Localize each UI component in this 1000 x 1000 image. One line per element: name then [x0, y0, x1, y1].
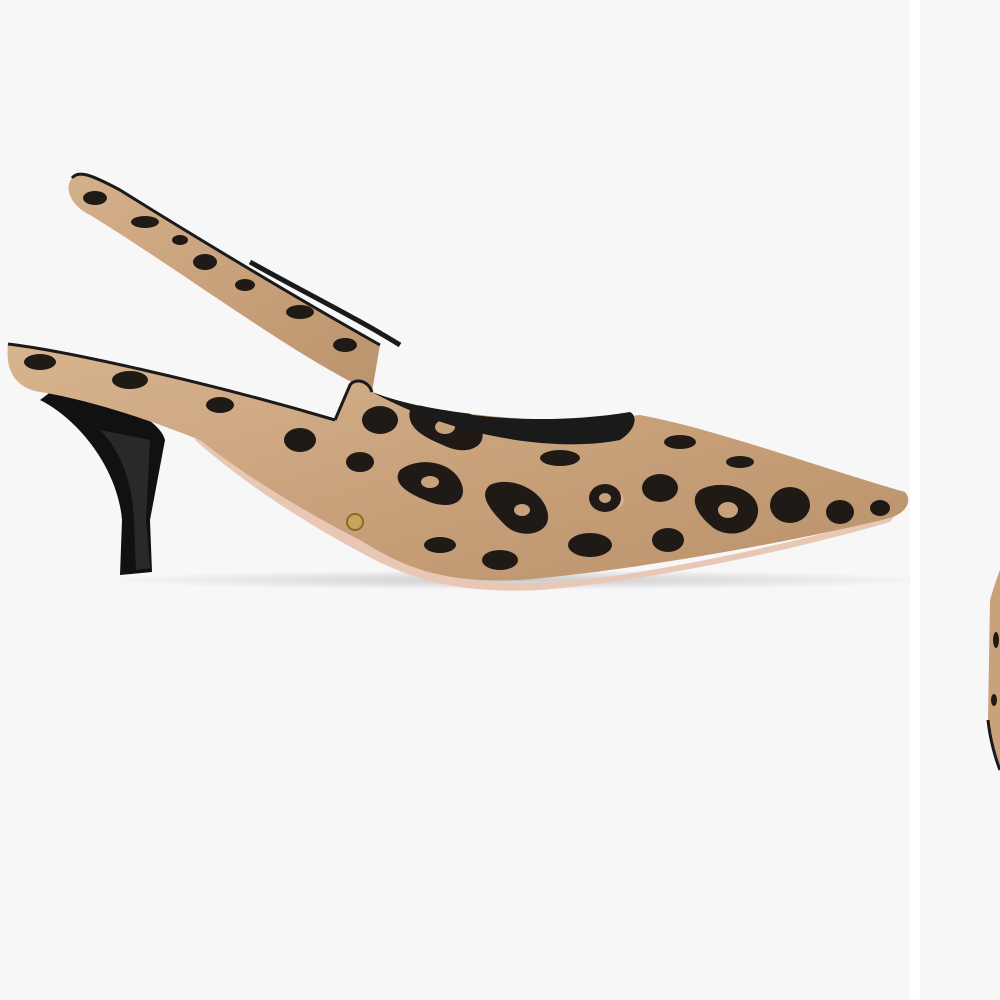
next-shoe-photo-peek	[986, 570, 1000, 771]
slide-separator	[910, 0, 920, 1000]
shoe-photo	[7, 172, 910, 591]
product-image-gallery	[0, 0, 1000, 1000]
logo-medallion	[346, 513, 364, 531]
gallery-slide-current[interactable]	[0, 0, 910, 1000]
gallery-slide-next[interactable]	[920, 0, 1000, 1000]
